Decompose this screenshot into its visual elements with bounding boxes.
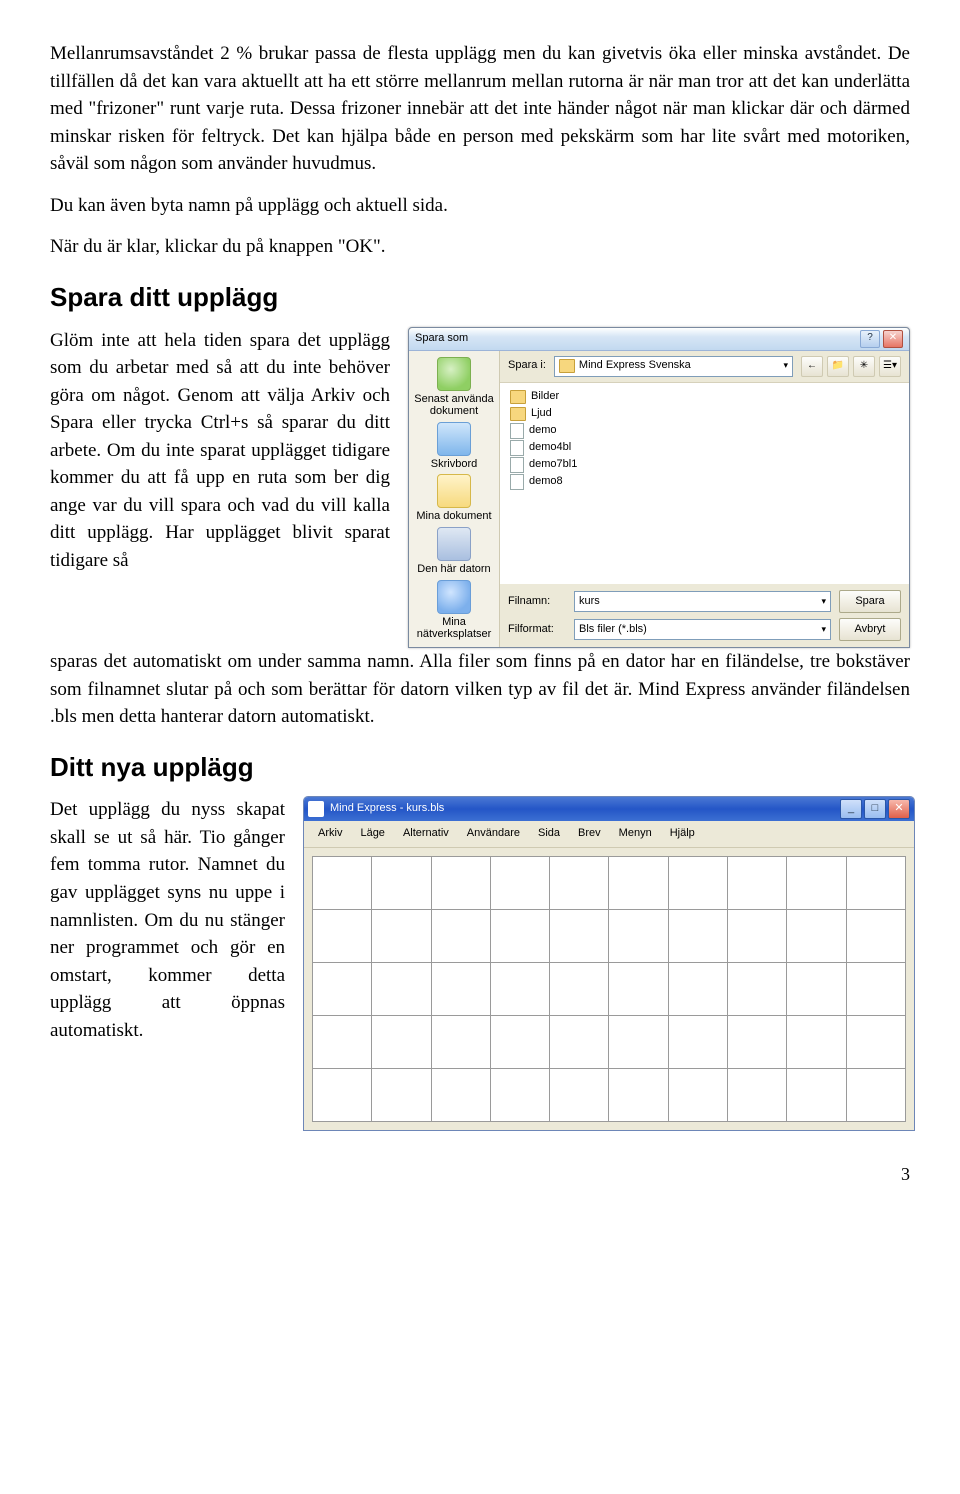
file-name: demo8 xyxy=(529,474,563,490)
filename-input[interactable]: kurs ▾ xyxy=(574,591,831,612)
folder-icon xyxy=(510,390,526,404)
place-mydocs[interactable]: Mina dokument xyxy=(412,474,496,523)
folder-icon xyxy=(559,359,575,373)
body-paragraph: Det upplägg du nyss skapat skall se ut s… xyxy=(50,796,285,1044)
app-titlebar: Mind Express - kurs.bls _ □ ✕ xyxy=(304,797,914,821)
place-label: Mina dokument xyxy=(412,510,496,523)
places-bar: Senast använda dokument Skrivbord Mina d… xyxy=(409,351,500,647)
menu-brev[interactable]: Brev xyxy=(570,824,609,844)
dialog-title: Spara som xyxy=(415,331,468,347)
list-item[interactable]: demo7bl1 xyxy=(510,457,899,474)
file-name: demo xyxy=(529,423,557,439)
close-button[interactable]: ✕ xyxy=(883,330,903,348)
list-item[interactable]: demo4bl xyxy=(510,440,899,457)
menu-menyn[interactable]: Menyn xyxy=(611,824,660,844)
menu-hjalp[interactable]: Hjälp xyxy=(662,824,703,844)
chevron-down-icon: ▾ xyxy=(783,359,788,372)
file-icon xyxy=(510,423,524,439)
file-name: demo7bl1 xyxy=(529,457,577,473)
menu-anvandare[interactable]: Användare xyxy=(459,824,528,844)
views-button[interactable]: ☰▾ xyxy=(879,356,901,377)
list-item[interactable]: demo8 xyxy=(510,474,899,491)
computer-icon xyxy=(437,527,471,561)
body-paragraph: Mellanrumsavståndet 2 % brukar passa de … xyxy=(50,40,910,178)
place-label: Mina nätverksplatser xyxy=(412,616,496,641)
file-icon xyxy=(510,474,524,490)
place-desktop[interactable]: Skrivbord xyxy=(412,422,496,471)
body-paragraph: sparas det automatiskt om under samma na… xyxy=(50,648,910,731)
close-button[interactable]: ✕ xyxy=(888,799,910,819)
menu-bar: Arkiv Läge Alternativ Användare Sida Bre… xyxy=(304,821,914,848)
list-item[interactable]: demo xyxy=(510,423,899,440)
heading-spara: Spara ditt upplägg xyxy=(50,279,910,317)
format-dropdown[interactable]: Bls filer (*.bls) ▾ xyxy=(574,619,831,640)
file-icon xyxy=(510,457,524,473)
page-number: 3 xyxy=(50,1161,910,1187)
place-label: Den här datorn xyxy=(412,563,496,576)
chevron-down-icon: ▾ xyxy=(821,595,826,608)
place-label: Skrivbord xyxy=(412,458,496,471)
file-name: demo4bl xyxy=(529,440,571,456)
up-button[interactable]: 📁 xyxy=(827,356,849,377)
save-in-label: Spara i: xyxy=(508,358,546,374)
format-value: Bls filer (*.bls) xyxy=(579,622,647,638)
new-folder-button[interactable]: ✳ xyxy=(853,356,875,377)
place-recent[interactable]: Senast använda dokument xyxy=(412,357,496,418)
save-in-dropdown[interactable]: Mind Express Svenska ▾ xyxy=(554,356,793,377)
save-button[interactable]: Spara xyxy=(839,590,901,613)
menu-sida[interactable]: Sida xyxy=(530,824,568,844)
app-icon xyxy=(308,801,324,817)
save-as-dialog: Spara som ? ✕ Senast använda dokument Sk… xyxy=(408,327,910,648)
filename-value: kurs xyxy=(579,594,600,610)
recent-icon xyxy=(437,357,471,391)
documents-icon xyxy=(437,474,471,508)
place-label: Senast använda dokument xyxy=(412,393,496,418)
body-paragraph: När du är klar, klickar du på knappen "O… xyxy=(50,233,910,261)
app-window: Mind Express - kurs.bls _ □ ✕ Arkiv Läge… xyxy=(303,796,915,1131)
desktop-icon xyxy=(437,422,471,456)
file-list[interactable]: Bilder Ljud demo demo4bl demo7bl1 demo8 xyxy=(500,383,909,584)
minimize-button[interactable]: _ xyxy=(840,799,862,819)
body-paragraph: Du kan även byta namn på upplägg och akt… xyxy=(50,192,910,220)
network-icon xyxy=(437,580,471,614)
chevron-down-icon: ▾ xyxy=(821,623,826,636)
dialog-titlebar: Spara som ? ✕ xyxy=(409,328,909,351)
list-item[interactable]: Bilder xyxy=(510,389,899,406)
heading-nya: Ditt nya upplägg xyxy=(50,749,910,787)
save-in-value: Mind Express Svenska xyxy=(579,358,691,374)
menu-lage[interactable]: Läge xyxy=(352,824,392,844)
back-button[interactable]: ← xyxy=(801,356,823,377)
help-button[interactable]: ? xyxy=(860,330,880,348)
file-icon xyxy=(510,440,524,456)
app-title: Mind Express - kurs.bls xyxy=(330,801,834,817)
format-label: Filformat: xyxy=(508,622,566,638)
list-item[interactable]: Ljud xyxy=(510,406,899,423)
cancel-button[interactable]: Avbryt xyxy=(839,618,901,641)
menu-alternativ[interactable]: Alternativ xyxy=(395,824,457,844)
place-mycomputer[interactable]: Den här datorn xyxy=(412,527,496,576)
layout-grid[interactable] xyxy=(312,856,906,1122)
menu-arkiv[interactable]: Arkiv xyxy=(310,824,350,844)
filename-label: Filnamn: xyxy=(508,594,566,610)
folder-icon xyxy=(510,407,526,421)
maximize-button[interactable]: □ xyxy=(864,799,886,819)
place-network[interactable]: Mina nätverksplatser xyxy=(412,580,496,641)
grid-workspace xyxy=(304,848,914,1130)
file-name: Bilder xyxy=(531,389,559,405)
body-paragraph: Glöm inte att hela tiden spara det upplä… xyxy=(50,327,390,575)
file-name: Ljud xyxy=(531,406,552,422)
